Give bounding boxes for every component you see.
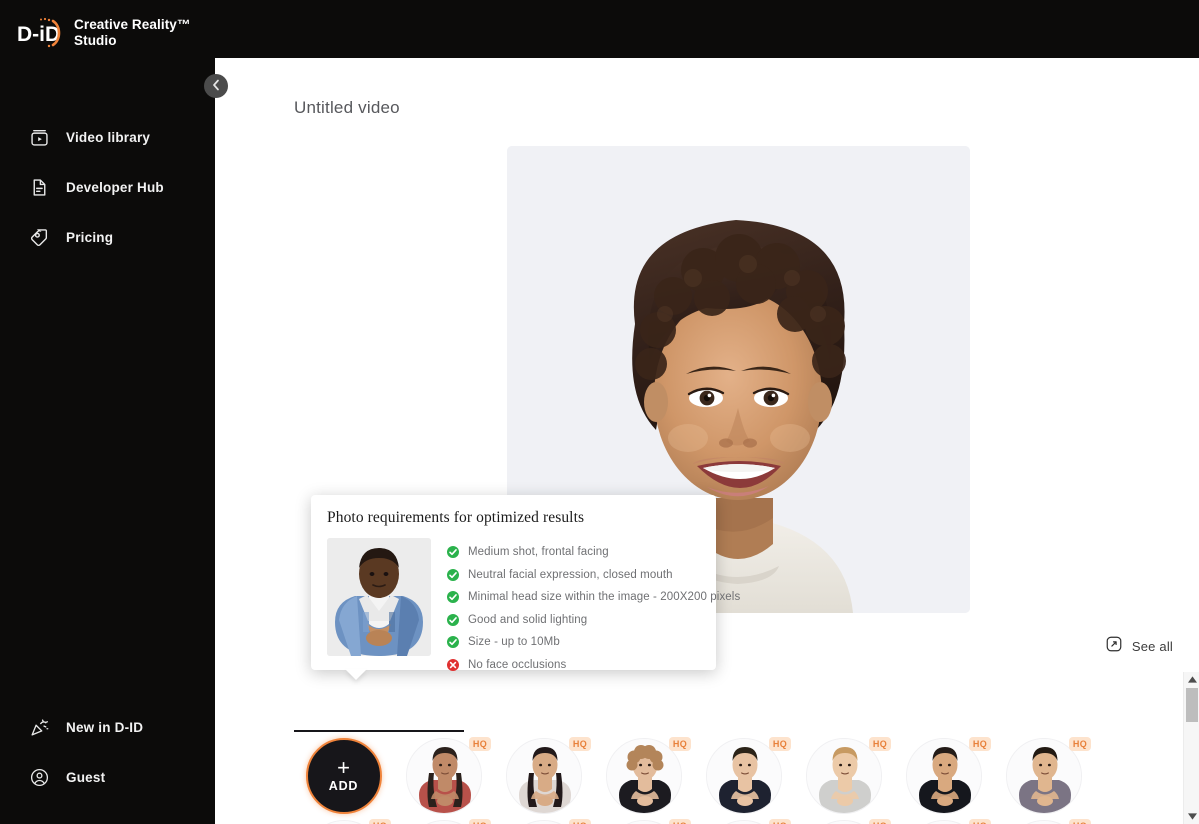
expand-icon <box>1105 635 1123 658</box>
cross-circle-icon <box>447 658 459 671</box>
presenter-cell: HQ <box>494 737 593 820</box>
plus-icon: + <box>337 755 350 780</box>
brand-name: Creative Reality™ Studio <box>74 17 191 48</box>
requirement-text: No face occlusions <box>468 658 567 671</box>
sidebar: D-iD Creative Reality™ Studio Video libr… <box>0 0 215 824</box>
requirement-text: Good and solid lighting <box>468 613 588 626</box>
sidebar-collapse-button[interactable] <box>204 74 228 98</box>
tooltip-pointer <box>345 669 367 680</box>
main-content: Untitled video See all + ADD HQ HQ HQ HQ… <box>215 58 1199 824</box>
presenter-cell: HQ <box>294 819 393 824</box>
tooltip-title: Photo requirements for optimized results <box>327 509 585 526</box>
hq-badge: HQ <box>568 737 591 751</box>
check-circle-icon <box>447 591 459 604</box>
requirement-text: Medium shot, frontal facing <box>468 546 609 559</box>
requirement-text: Neutral facial expression, closed mouth <box>468 568 673 581</box>
requirement-text: Minimal head size within the image - 200… <box>468 591 741 604</box>
presenter-cell: HQ <box>694 819 793 824</box>
sidebar-item-guest[interactable]: Guest <box>0 752 215 802</box>
hq-badge: HQ <box>1068 737 1091 751</box>
sidebar-nav-top: Video library Developer Hub Pricing <box>0 112 215 262</box>
document-icon <box>28 176 50 198</box>
sidebar-item-label: Developer Hub <box>66 179 164 195</box>
hq-badge: HQ <box>468 819 491 824</box>
check-circle-icon <box>447 546 459 559</box>
requirement-row: Good and solid lighting <box>447 609 740 632</box>
hq-badge: HQ <box>368 819 391 824</box>
hq-badge: HQ <box>668 819 691 824</box>
chevron-left-icon <box>212 79 220 94</box>
requirement-text: Size - up to 10Mb <box>468 636 560 649</box>
svg-text:D-iD: D-iD <box>17 23 60 46</box>
presenter-cell: HQ <box>594 737 693 820</box>
page-title[interactable]: Untitled video <box>294 98 400 118</box>
presenter-cell: HQ <box>994 819 1093 824</box>
hq-badge: HQ <box>868 819 891 824</box>
scroll-up-arrow-icon[interactable] <box>1184 672 1199 687</box>
check-circle-icon <box>447 613 459 626</box>
sidebar-item-new-in-d-id[interactable]: New in D-ID <box>0 702 215 752</box>
hq-badge: HQ <box>968 819 991 824</box>
sidebar-nav-bottom: New in D-ID Guest <box>0 702 215 802</box>
presenters-grid: + ADD HQ HQ HQ HQ HQ HQ HQ <box>294 732 1199 824</box>
sidebar-item-pricing[interactable]: Pricing <box>0 212 215 262</box>
confetti-icon <box>28 716 50 738</box>
hq-badge: HQ <box>568 819 591 824</box>
presenter-cell: HQ <box>794 737 893 820</box>
video-library-icon <box>28 126 50 148</box>
presenter-cell: HQ <box>894 819 993 824</box>
presenters-grid-scroll[interactable]: + ADD HQ HQ HQ HQ HQ HQ HQ <box>294 732 1199 824</box>
hq-badge: HQ <box>868 737 891 751</box>
requirement-row: Minimal head size within the image - 200… <box>447 586 740 609</box>
see-all-button[interactable]: See all <box>1105 635 1173 658</box>
presenter-cell: HQ <box>494 819 593 824</box>
requirement-row: No face occlusions <box>447 654 740 677</box>
sidebar-item-video-library[interactable]: Video library <box>0 112 215 162</box>
app-root: D-iD Creative Reality™ Studio Video libr… <box>0 0 1199 824</box>
sidebar-item-developer-hub[interactable]: Developer Hub <box>0 162 215 212</box>
price-tag-icon <box>28 226 50 248</box>
presenters-scrollbar[interactable] <box>1183 672 1199 824</box>
add-presenter-cell: + ADD <box>294 738 393 820</box>
sidebar-item-label: Video library <box>66 129 151 145</box>
add-presenter-button[interactable]: + ADD <box>305 738 382 814</box>
see-all-label: See all <box>1131 639 1173 654</box>
sidebar-item-label: Pricing <box>66 229 114 245</box>
presenter-cell: HQ <box>694 737 793 820</box>
presenter-cell: HQ <box>594 819 693 824</box>
tooltip-body: Medium shot, frontal facing Neutral facia… <box>327 538 740 676</box>
example-photo-thumbnail <box>327 538 431 656</box>
check-circle-icon <box>447 568 459 581</box>
user-circle-icon <box>28 766 50 788</box>
check-circle-icon <box>447 636 459 649</box>
requirement-row: Size - up to 10Mb <box>447 631 740 654</box>
hq-badge: HQ <box>668 737 691 751</box>
scroll-down-arrow-icon[interactable] <box>1184 809 1199 824</box>
hq-badge: HQ <box>768 819 791 824</box>
presenter-cell: HQ <box>394 819 493 824</box>
presenter-cell: HQ <box>394 737 493 820</box>
d-id-logo-icon: D-iD <box>16 16 62 50</box>
hq-badge: HQ <box>768 737 791 751</box>
presenter-cell: HQ <box>994 737 1093 820</box>
photo-requirements-tooltip: Photo requirements for optimized results <box>311 495 740 680</box>
sidebar-item-label: Guest <box>66 769 106 785</box>
add-label: ADD <box>328 779 359 793</box>
requirement-row: Medium shot, frontal facing <box>447 541 740 564</box>
presenter-cell: HQ <box>894 737 993 820</box>
hq-badge: HQ <box>968 737 991 751</box>
requirement-row: Neutral facial expression, closed mouth <box>447 564 740 587</box>
scrollbar-thumb[interactable] <box>1186 688 1198 722</box>
hq-badge: HQ <box>468 737 491 751</box>
presenter-cell: HQ <box>794 819 893 824</box>
hq-badge: HQ <box>1068 819 1091 824</box>
brand-header[interactable]: D-iD Creative Reality™ Studio <box>0 0 215 50</box>
requirements-list: Medium shot, frontal facing Neutral facia… <box>447 538 740 676</box>
sidebar-item-label: New in D-ID <box>66 719 144 735</box>
